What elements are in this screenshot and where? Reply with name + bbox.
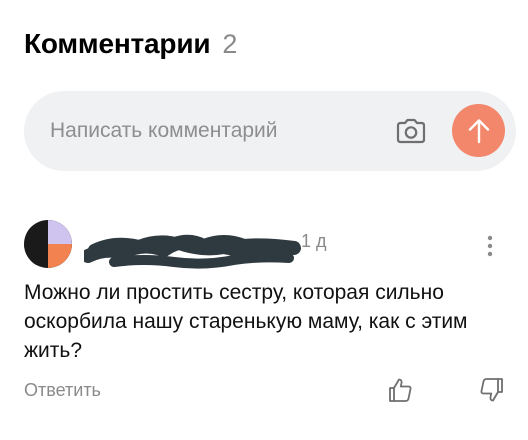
thumbs-up-icon xyxy=(389,378,412,402)
like-button[interactable] xyxy=(386,376,414,404)
comments-header: Комментарии 2 xyxy=(24,28,237,68)
reply-button[interactable]: Ответить xyxy=(24,380,101,401)
comments-count: 2 xyxy=(222,29,238,59)
thumbs-down-icon xyxy=(480,378,503,402)
attach-photo-button[interactable] xyxy=(393,113,429,149)
send-button[interactable] xyxy=(452,104,505,157)
redaction-scribble xyxy=(81,234,301,269)
comment-timestamp: 1 д xyxy=(301,231,327,251)
comment-item: 1 д Можно ли простить сестру, которая си… xyxy=(0,210,528,440)
avatar[interactable] xyxy=(24,220,72,268)
more-options-button[interactable] xyxy=(480,232,500,260)
arrow-up-icon xyxy=(468,118,489,143)
comment-input[interactable] xyxy=(50,115,370,147)
comment-text: Можно ли простить сестру, которая сильно… xyxy=(24,281,468,362)
author-name-redacted[interactable] xyxy=(81,222,302,272)
more-vertical-icon xyxy=(487,235,493,257)
comment-composer xyxy=(24,91,516,171)
dislike-button[interactable] xyxy=(478,376,506,404)
camera-icon xyxy=(396,118,426,144)
page-title: Комментарии xyxy=(24,28,211,59)
avatar-icon xyxy=(24,220,72,268)
